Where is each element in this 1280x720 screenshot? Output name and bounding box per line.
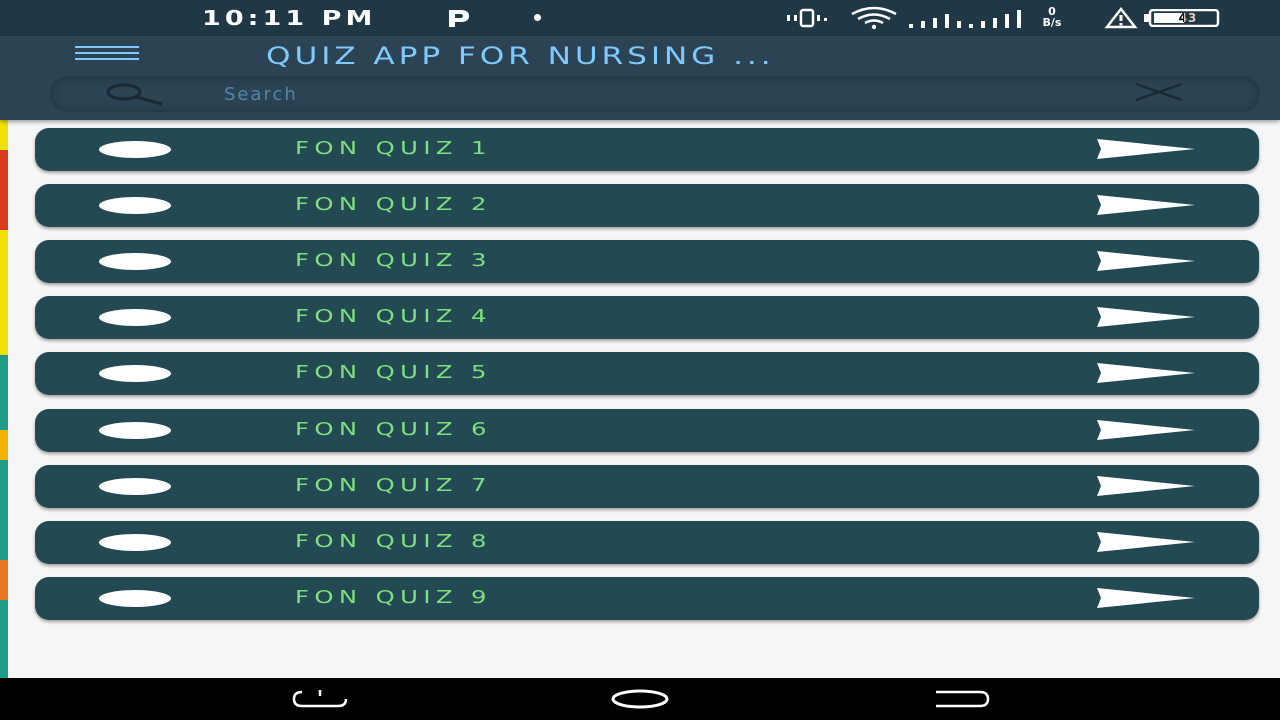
quiz-label: FON QUIZ 2: [295, 194, 492, 215]
list-item[interactable]: FON QUIZ 1: [35, 128, 1259, 171]
signal-icon: [909, 14, 961, 28]
search-input[interactable]: [222, 78, 1046, 110]
bullet-icon: [99, 478, 171, 495]
send-arrow-icon: [1097, 251, 1195, 271]
page-title: QUIZ APP FOR NURSING ...: [266, 42, 775, 70]
quiz-label: FON QUIZ 4: [295, 306, 492, 327]
bullet-icon: [99, 534, 171, 551]
bullet-icon: [99, 590, 171, 607]
bullet-icon: [99, 141, 171, 158]
list-item[interactable]: FON QUIZ 8: [35, 521, 1259, 564]
bullet-icon: [99, 253, 171, 270]
send-arrow-icon: [1097, 139, 1195, 159]
quiz-label: FON QUIZ 5: [295, 362, 492, 383]
wifi-icon: [851, 6, 897, 30]
list-item[interactable]: FON QUIZ 5: [35, 352, 1259, 395]
quiz-label: FON QUIZ 6: [295, 419, 492, 440]
bullet-icon: [99, 365, 171, 382]
net-speed: 0 B/s: [1034, 6, 1070, 28]
close-icon[interactable]: [1134, 82, 1184, 102]
list-item[interactable]: FON QUIZ 7: [35, 465, 1259, 508]
net-speed-unit: B/s: [1042, 16, 1062, 29]
vibrate-icon: [787, 8, 827, 28]
alert-icon: [1104, 6, 1138, 29]
status-time: 10:11 PM: [202, 6, 377, 30]
send-arrow-icon: [1097, 532, 1195, 552]
signal-icon: [969, 10, 1021, 28]
battery-icon: 43: [1144, 9, 1220, 27]
bullet-icon: [99, 309, 171, 326]
quiz-label: FON QUIZ 7: [295, 475, 492, 496]
send-arrow-icon: [1097, 476, 1195, 496]
send-arrow-icon: [1097, 307, 1195, 327]
list-item[interactable]: FON QUIZ 6: [35, 409, 1259, 452]
recents-icon[interactable]: [292, 688, 348, 710]
quiz-label: FON QUIZ 8: [295, 531, 492, 552]
navigation-bar: [0, 678, 1280, 720]
bullet-icon: [99, 197, 171, 214]
notification-dot-icon: [534, 14, 541, 21]
home-icon[interactable]: [610, 688, 670, 710]
parking-icon: [449, 10, 469, 27]
list-item[interactable]: FON QUIZ 4: [35, 296, 1259, 339]
send-arrow-icon: [1097, 195, 1195, 215]
list-item[interactable]: FON QUIZ 9: [35, 577, 1259, 620]
quiz-label: FON QUIZ 9: [295, 587, 492, 608]
back-icon[interactable]: [934, 688, 990, 710]
send-arrow-icon: [1097, 588, 1195, 608]
search-icon[interactable]: [104, 82, 164, 106]
send-arrow-icon: [1097, 363, 1195, 383]
quiz-label: FON QUIZ 3: [295, 250, 492, 271]
hamburger-menu-icon[interactable]: [75, 46, 139, 62]
list-item[interactable]: FON QUIZ 3: [35, 240, 1259, 283]
list-item[interactable]: FON QUIZ 2: [35, 184, 1259, 227]
battery-level: 43: [1178, 11, 1198, 25]
app-bar: QUIZ APP FOR NURSING ...: [0, 36, 1280, 120]
bullet-icon: [99, 422, 171, 439]
send-arrow-icon: [1097, 420, 1195, 440]
status-bar: 10:11 PM 0 B/s 43: [0, 0, 1280, 36]
quiz-label: FON QUIZ 1: [295, 138, 492, 159]
